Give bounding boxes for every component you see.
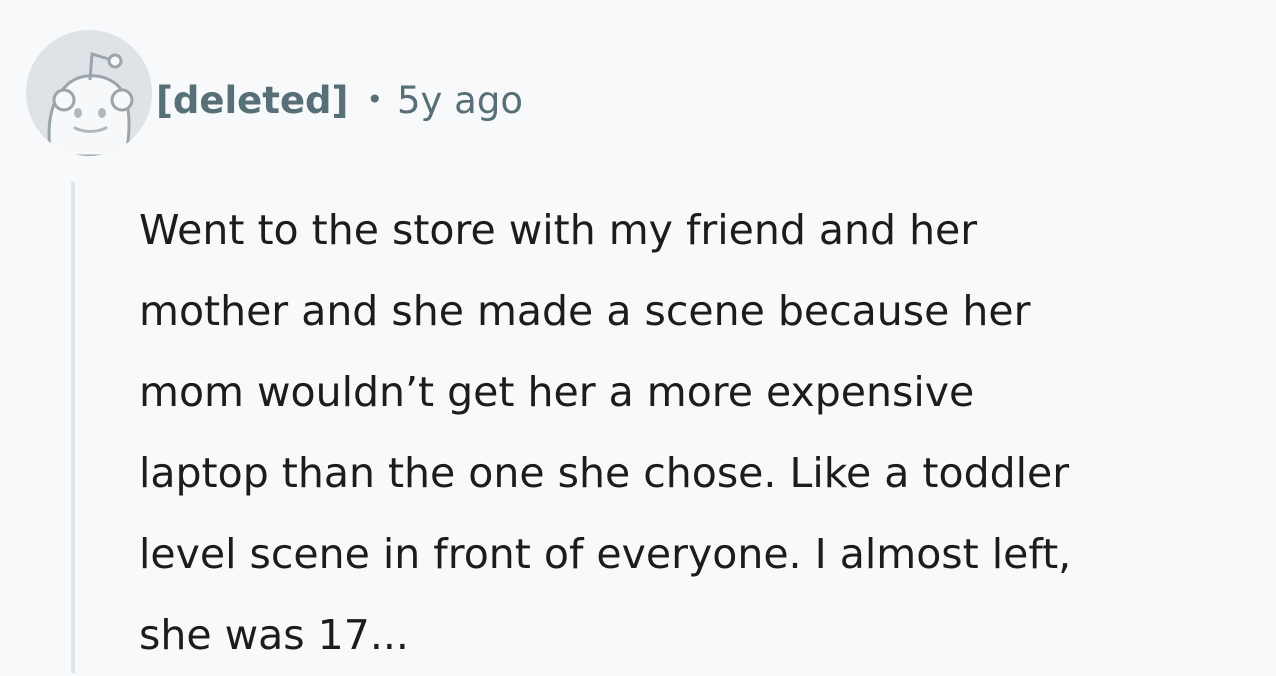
author-name[interactable]: [deleted] xyxy=(156,79,348,122)
comment: [deleted] • 5y ago Went to the store wit… xyxy=(0,0,1276,673)
comment-body-line: level scene in front of everyone. I almo… xyxy=(139,530,1072,578)
comment-body-line: Went to the store with my friend and her xyxy=(139,206,978,254)
comment-body-line: laptop than the one she chose. Like a to… xyxy=(139,449,1070,497)
comment-meta: [deleted] • 5y ago xyxy=(156,76,523,124)
thread-line[interactable] xyxy=(71,182,75,673)
avatar[interactable] xyxy=(26,30,152,156)
comment-body-line: she was 17... xyxy=(139,611,409,659)
comment-body: Went to the store with my friend and her… xyxy=(139,190,1264,676)
meta-separator: • xyxy=(366,83,383,116)
comment-body-line: mom wouldn’t get her a more expensive xyxy=(139,368,975,416)
comment-body-line: mother and she made a scene because her xyxy=(139,287,1031,335)
timestamp: 5y ago xyxy=(396,78,523,122)
snoo-avatar-icon xyxy=(26,30,152,156)
